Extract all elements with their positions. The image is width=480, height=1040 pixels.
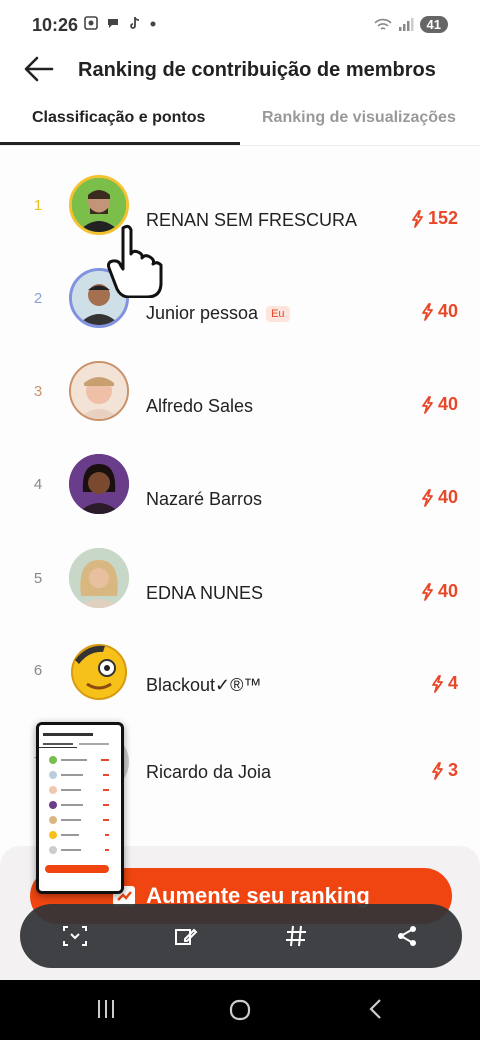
dot-icon [150,21,156,27]
rank-number: 1 [33,197,43,214]
member-name: EDNA NUNES [146,583,264,603]
list-item[interactable]: 4 Nazaré Barros 40 [0,439,480,529]
list-item[interactable]: 2 Junior pessoa Eu 40 [0,253,480,343]
notification-icons [84,16,156,33]
tag-button[interactable] [276,916,316,956]
avatar [69,361,129,421]
points-value: 40 [437,394,458,414]
tiktok-icon [129,16,139,29]
app-header: Ranking de contribuição de membros [0,50,480,90]
rank-number: 3 [33,383,43,400]
recents-icon [98,1000,114,1018]
active-tab-indicator [0,142,240,145]
list-item[interactable]: 1 RENAN SEM FRESCURA 152 [0,160,480,250]
avatar [69,640,129,700]
points-value: 40 [437,487,458,507]
status-bar: 10:26 41 [0,0,480,50]
bolt-icon [422,395,433,414]
list-item[interactable]: 5 EDNA NUNES 40 [0,532,480,622]
avatar [69,548,129,608]
page-title: Ranking de contribuição de membros [78,59,436,81]
home-icon [229,999,251,1021]
tab-classificacao[interactable]: Classificação e pontos [32,109,205,127]
hashtag-icon [286,925,307,947]
system-nav-bar [0,980,480,1040]
member-name: Alfredo Sales [146,396,254,416]
points: 3 [430,760,458,781]
rank-number: 2 [33,290,43,307]
battery-indicator: 41 [419,16,448,33]
edit-button[interactable] [166,916,206,956]
chat-icon [107,19,118,28]
member-name: Nazaré Barros [146,489,263,509]
recents-button[interactable] [86,998,126,1022]
bolt-icon [422,302,433,321]
screenshot-thumbnail[interactable] [36,722,124,894]
scroll-capture-button[interactable] [55,916,95,956]
home-button[interactable] [220,998,260,1022]
list-item[interactable]: 3 Alfredo Sales 40 [0,346,480,436]
points-value: 3 [447,760,458,780]
system-icons: 41 [373,16,448,33]
signal-icon [398,17,414,31]
tab-visualizacoes[interactable]: Ranking de visualizações [262,109,456,127]
back-button[interactable] [356,998,396,1022]
member-name: Blackout✓®™ [146,675,262,695]
share-button[interactable] [387,916,427,956]
bolt-icon [422,582,433,601]
bolt-icon [432,674,443,693]
scroll-capture-icon [63,926,88,946]
points-value: 40 [437,301,458,321]
bolt-icon [432,761,443,780]
bolt-icon [412,209,423,228]
rank-number: 5 [33,570,43,587]
points: 152 [410,208,458,229]
hand-cursor-icon [107,224,163,298]
points-value: 40 [437,581,458,601]
self-badge: Eu [266,306,290,323]
points-value: 4 [447,673,458,693]
screenshot-icon [84,16,98,30]
list-item[interactable]: 6 Blackout✓®™ 4 [0,625,480,715]
rank-number: 6 [33,662,43,679]
points: 40 [420,581,458,602]
member-name: Ricardo da Joia [146,762,272,782]
points-value: 152 [427,208,458,228]
status-time: 10:26 [32,15,79,35]
screenshot-toolbar [20,904,462,968]
back-icon [369,999,381,1019]
member-name-text: Junior pessoa [146,303,259,323]
points: 4 [430,673,458,694]
avatar [69,454,129,514]
back-arrow-icon[interactable] [22,54,56,84]
points: 40 [420,301,458,322]
points: 40 [420,487,458,508]
edit-icon [174,928,198,945]
bolt-icon [422,488,433,507]
wifi-icon [373,18,392,30]
share-icon [397,926,416,946]
member-name: Junior pessoa Eu [146,303,290,324]
rank-number: 4 [33,476,43,493]
member-name: RENAN SEM FRESCURA [146,210,358,230]
tab-bar: Classificação e pontos Ranking de visual… [0,100,480,146]
points: 40 [420,394,458,415]
